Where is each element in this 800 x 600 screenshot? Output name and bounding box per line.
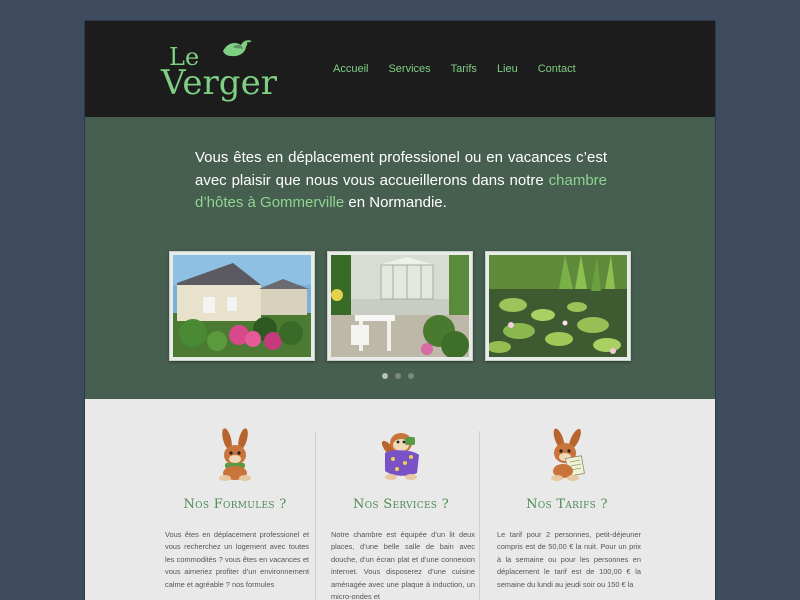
nav-accueil[interactable]: Accueil [323, 61, 378, 77]
features-section: Nos Formules ? Vous êtes en déplacement … [85, 399, 715, 600]
patio-photo[interactable] [327, 251, 473, 361]
feature-title[interactable]: Nos Services ? [321, 497, 481, 512]
feature-text: Notre chambre est équipée d’un lit deux … [331, 530, 475, 600]
feature-services: Nos Services ? Notre chambre est équipée… [321, 399, 481, 600]
nav-contact[interactable]: Contact [528, 61, 586, 77]
nav-services[interactable]: Services [378, 61, 440, 77]
nav-tarifs[interactable]: Tarifs [441, 61, 487, 77]
logo-verger-text: Verger [161, 63, 277, 103]
feature-title[interactable]: Nos Formules ? [155, 497, 315, 512]
photo-slider [169, 251, 633, 363]
feature-formules: Nos Formules ? Vous êtes en déplacement … [155, 399, 315, 600]
hero-text-end: en Normandie. [348, 194, 447, 211]
hero-intro: Vous êtes en déplacement professionel ou… [195, 147, 607, 215]
slider-dot[interactable] [395, 373, 401, 379]
main-nav: Accueil Services Tarifs Lieu Contact [323, 61, 586, 77]
hero-section: Vous êtes en déplacement professionel ou… [85, 117, 715, 399]
nav-lieu[interactable]: Lieu [487, 61, 528, 77]
bird-icon [223, 40, 252, 57]
feature-tarifs: Nos Tarifs ? Le tarif pour 2 personnes, … [487, 399, 647, 600]
feature-text: Le tarif pour 2 personnes, petit-déjeune… [497, 530, 641, 589]
column-divider [315, 431, 316, 600]
feature-text: Vous êtes en déplacement professionel et… [165, 530, 309, 589]
site-logo[interactable]: Le Verger [161, 35, 277, 105]
hero-text-start: Vous êtes en déplacement professionel ou… [195, 149, 607, 189]
pond-photo[interactable] [485, 251, 631, 361]
feature-title[interactable]: Nos Tarifs ? [487, 497, 647, 512]
slider-dot[interactable] [408, 373, 414, 379]
slider-dots [382, 373, 414, 379]
slider-dot[interactable] [382, 373, 388, 379]
rabbit-paper-icon [551, 428, 585, 481]
rabbit-scarf-icon [219, 428, 251, 481]
site-header: Le Verger Accueil Services Tarifs Lieu C… [85, 21, 715, 117]
house-photo[interactable] [169, 251, 315, 361]
page-container: Le Verger Accueil Services Tarifs Lieu C… [84, 20, 716, 600]
column-divider [479, 431, 480, 600]
rabbit-blanket-icon [381, 433, 419, 480]
